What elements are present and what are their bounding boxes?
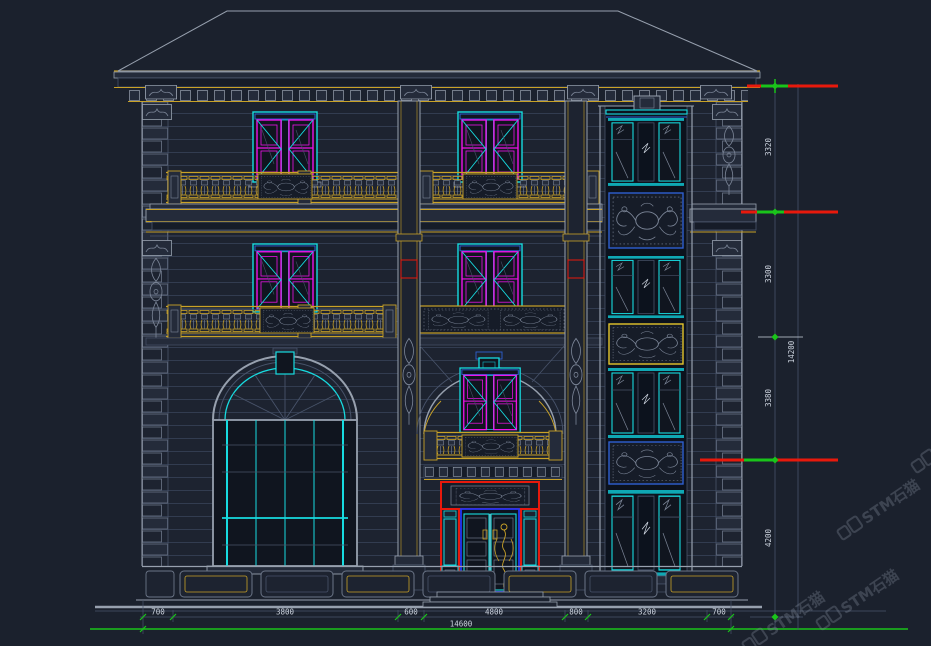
balustrade-1f: [424, 431, 562, 480]
dim-label: 3380: [764, 388, 773, 407]
left-quoin-pilaster: [142, 101, 168, 566]
dim-label: 3200: [638, 608, 657, 617]
entrance-steps: [423, 592, 557, 607]
dim-label: 3300: [764, 264, 773, 283]
dim-label: 4200: [764, 528, 773, 547]
level-marker: [700, 459, 838, 462]
eaves-cornice: [114, 71, 760, 102]
stair-tower: [598, 96, 694, 592]
dim-label: 700: [712, 608, 726, 617]
window-1f-center: [460, 368, 520, 432]
center-pilaster-left: [393, 101, 425, 590]
dim-label: 800: [569, 608, 583, 617]
window-2f-center: [458, 244, 522, 312]
dim-label: 700: [151, 608, 165, 617]
elevation-drawing-canvas[interactable]: 700 3800 600 4800 800 3200 700 14600 332…: [0, 0, 931, 646]
dim-total-label: 14200: [787, 340, 796, 363]
dim-total-label: 14600: [450, 620, 473, 629]
dim-label: 3320: [764, 137, 773, 156]
dim-label: 600: [404, 608, 418, 617]
level-marker: [741, 211, 838, 214]
right-quoin-pilaster: [716, 101, 742, 566]
window-3f-center: [458, 112, 522, 182]
center-pilaster-right: [560, 101, 592, 590]
dim-label: 4800: [485, 608, 504, 617]
keystone: [276, 352, 294, 374]
window-2f-left: [253, 244, 317, 312]
dim-label: 3800: [276, 608, 295, 617]
cad-viewport[interactable]: 700 3800 600 4800 800 3200 700 14600 332…: [0, 0, 931, 646]
